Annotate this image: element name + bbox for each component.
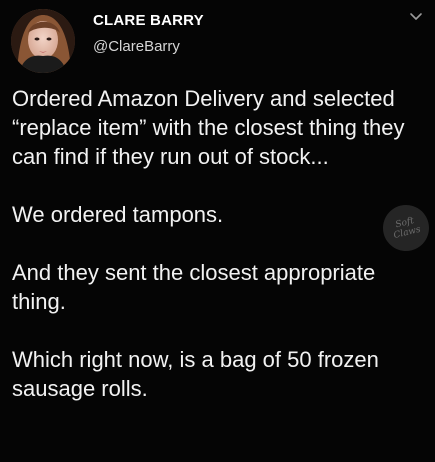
user-handle[interactable]: @ClareBarry [93,38,180,55]
profile-photo [11,9,75,73]
display-name[interactable]: CLARE BARRY [93,12,204,29]
avatar[interactable] [11,9,75,73]
tweet-paragraph-1: Ordered Amazon Delivery and selected “re… [12,86,405,169]
tweet-paragraph-3: And they sent the closest appropriate th… [12,260,376,314]
tweet-text: Ordered Amazon Delivery and selected “re… [12,84,424,432]
chevron-down-icon[interactable] [409,9,423,23]
tweet-paragraph-2: We ordered tampons. [12,202,224,227]
tweet-card: CLARE BARRY @ClareBarry Ordered Amazon D… [0,0,435,462]
tweet-paragraph-4: Which right now, is a bag of 50 frozen s… [12,347,379,401]
